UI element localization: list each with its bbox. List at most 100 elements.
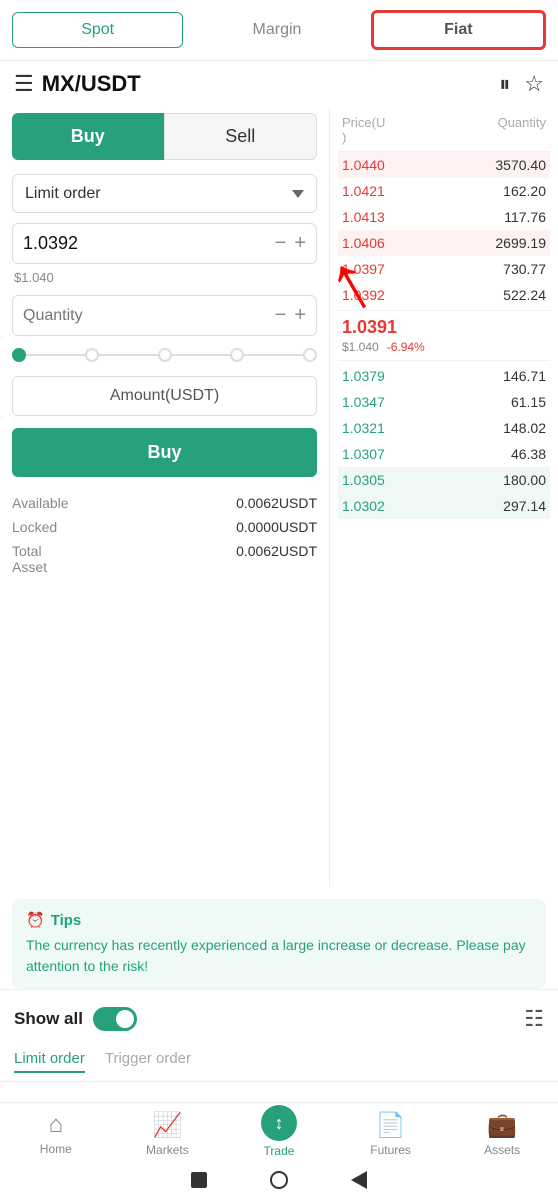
sell-tab[interactable]: Sell <box>164 113 318 160</box>
candlestick-icon[interactable]: ⏸ <box>499 71 510 97</box>
order-book-row[interactable]: 1.0397 730.77 <box>338 256 550 282</box>
assets-icon: 💼 <box>487 1111 517 1140</box>
star-icon[interactable]: ☆ <box>524 71 544 97</box>
price-increment-icon[interactable]: + <box>294 232 306 255</box>
list-icon[interactable]: ☷ <box>524 1006 544 1032</box>
progress-dot-1[interactable] <box>85 348 99 362</box>
buy-price-4: 1.0305 <box>342 472 385 488</box>
order-book-row[interactable]: 1.0307 46.38 <box>338 441 550 467</box>
quantity-controls: − + <box>275 304 306 327</box>
buy-qty-3: 46.38 <box>511 446 546 462</box>
progress-dot-4[interactable] <box>303 348 317 362</box>
available-row: Available 0.0062USDT <box>12 495 317 511</box>
progress-dot-2[interactable] <box>158 348 172 362</box>
order-type-select[interactable]: Limit order Market order Stop limit <box>12 174 317 213</box>
mid-price-row: 1.0391 $1.040 -6.94% <box>338 310 550 361</box>
mid-usd: $1.040 <box>342 340 379 354</box>
buy-qty-4: 180.00 <box>503 472 546 488</box>
trigger-order-tab[interactable]: Trigger order <box>105 1050 191 1073</box>
mid-price: 1.0391 <box>342 317 397 338</box>
show-all-toggle[interactable] <box>93 1007 137 1031</box>
sell-qty-2: 117.76 <box>504 209 546 225</box>
system-nav <box>0 1162 558 1200</box>
buy-tab[interactable]: Buy <box>12 113 164 160</box>
buy-price-5: 1.0302 <box>342 498 385 514</box>
nav-markets[interactable]: 📈 Markets <box>137 1111 197 1158</box>
order-book-row[interactable]: 1.0413 117.76 <box>338 204 550 230</box>
nav-trade[interactable]: ↕ Trade <box>249 1111 309 1158</box>
bottom-nav: ⌂ Home 📈 Markets ↕ Trade 📄 Futures 💼 Ass… <box>0 1102 558 1200</box>
quantity-decrement-icon[interactable]: − <box>275 304 287 327</box>
locked-value: 0.0000USDT <box>236 519 317 535</box>
sell-price-5: 1.0392 <box>342 287 385 303</box>
asset-info: Available 0.0062USDT Locked 0.0000USDT T… <box>12 491 317 587</box>
order-book-row[interactable]: 1.0302 297.14 <box>338 493 550 519</box>
nav-home[interactable]: ⌂ Home <box>26 1111 86 1158</box>
sell-price-0: 1.0440 <box>342 157 385 173</box>
home-label: Home <box>40 1142 72 1156</box>
progress-dot-3[interactable] <box>230 348 244 362</box>
order-book-header: Price(U) Quantity <box>338 107 550 152</box>
tips-title: Tips <box>51 912 82 929</box>
sell-qty-5: 522.24 <box>503 287 546 303</box>
tips-text: The currency has recently experienced a … <box>26 935 532 977</box>
progress-line-4 <box>244 354 303 356</box>
show-all-label: Show all <box>14 1009 83 1029</box>
hamburger-icon[interactable]: ☰ <box>14 71 34 97</box>
quantity-input[interactable] <box>23 307 275 325</box>
nav-assets[interactable]: 💼 Assets <box>472 1111 532 1158</box>
locked-label: Locked <box>12 519 57 535</box>
locked-row: Locked 0.0000USDT <box>12 519 317 535</box>
assets-label: Assets <box>484 1143 520 1157</box>
sell-qty-1: 162.20 <box>503 183 546 199</box>
sys-home-button[interactable] <box>269 1170 289 1190</box>
buy-price-1: 1.0347 <box>342 394 385 410</box>
quantity-input-row: − + <box>12 295 317 336</box>
order-book-row[interactable]: 1.0347 61.15 <box>338 389 550 415</box>
home-icon: ⌂ <box>49 1111 64 1139</box>
sys-square-icon <box>191 1172 207 1188</box>
amount-button[interactable]: Amount(USDT) <box>12 376 317 416</box>
header-row: ☰ MX/USDT ⏸ ☆ <box>0 61 558 107</box>
buy-price-0: 1.0379 <box>342 368 385 384</box>
sell-price-3: 1.0406 <box>342 235 385 251</box>
futures-icon: 📄 <box>376 1111 406 1140</box>
price-decrement-icon[interactable]: − <box>275 232 287 255</box>
order-book-row[interactable]: 1.0321 148.02 <box>338 415 550 441</box>
progress-line-2 <box>99 354 158 356</box>
order-book-row[interactable]: 1.0379 146.71 <box>338 363 550 389</box>
header-left: ☰ MX/USDT <box>14 71 141 97</box>
tab-fiat[interactable]: Fiat <box>371 10 546 50</box>
order-book-row[interactable]: 1.0305 180.00 <box>338 467 550 493</box>
available-label: Available <box>12 495 69 511</box>
tab-spot[interactable]: Spot <box>12 12 183 48</box>
buy-button[interactable]: Buy <box>12 428 317 477</box>
price-input[interactable] <box>23 233 275 254</box>
buy-qty-1: 61.15 <box>511 394 546 410</box>
sys-recent-button[interactable] <box>349 1170 369 1190</box>
sell-price-4: 1.0397 <box>342 261 385 277</box>
order-book-row[interactable]: 1.0392 522.24 <box>338 282 550 308</box>
quantity-increment-icon[interactable]: + <box>294 304 306 327</box>
top-tab-bar: Spot Margin Fiat <box>0 0 558 61</box>
buy-price-2: 1.0321 <box>342 420 385 436</box>
progress-dot-0[interactable] <box>12 348 26 362</box>
markets-label: Markets <box>146 1143 189 1157</box>
sell-qty-4: 730.77 <box>503 261 546 277</box>
order-book-row[interactable]: 1.0406 2699.19 <box>338 230 550 256</box>
sys-back-button[interactable] <box>189 1170 209 1190</box>
sys-circle-icon <box>270 1171 288 1189</box>
limit-order-tab[interactable]: Limit order <box>14 1050 85 1073</box>
order-book-row[interactable]: 1.0440 3570.40 <box>338 152 550 178</box>
nav-futures[interactable]: 📄 Futures <box>361 1111 421 1158</box>
progress-line-3 <box>172 354 231 356</box>
total-value: 0.0062USDT <box>236 543 317 575</box>
buy-orders: 1.0379 146.71 1.0347 61.15 1.0321 148.02… <box>338 363 550 519</box>
show-all-row: Show all ☷ <box>0 989 558 1042</box>
order-book-row[interactable]: 1.0421 162.20 <box>338 178 550 204</box>
right-panel: Price(U) Quantity 1.0440 3570.40 1.0421 … <box>330 107 558 887</box>
left-panel: Buy Sell Limit order Market order Stop l… <box>0 107 330 887</box>
tab-margin[interactable]: Margin <box>191 12 362 48</box>
buy-price-3: 1.0307 <box>342 446 385 462</box>
trade-label: Trade <box>264 1144 295 1158</box>
